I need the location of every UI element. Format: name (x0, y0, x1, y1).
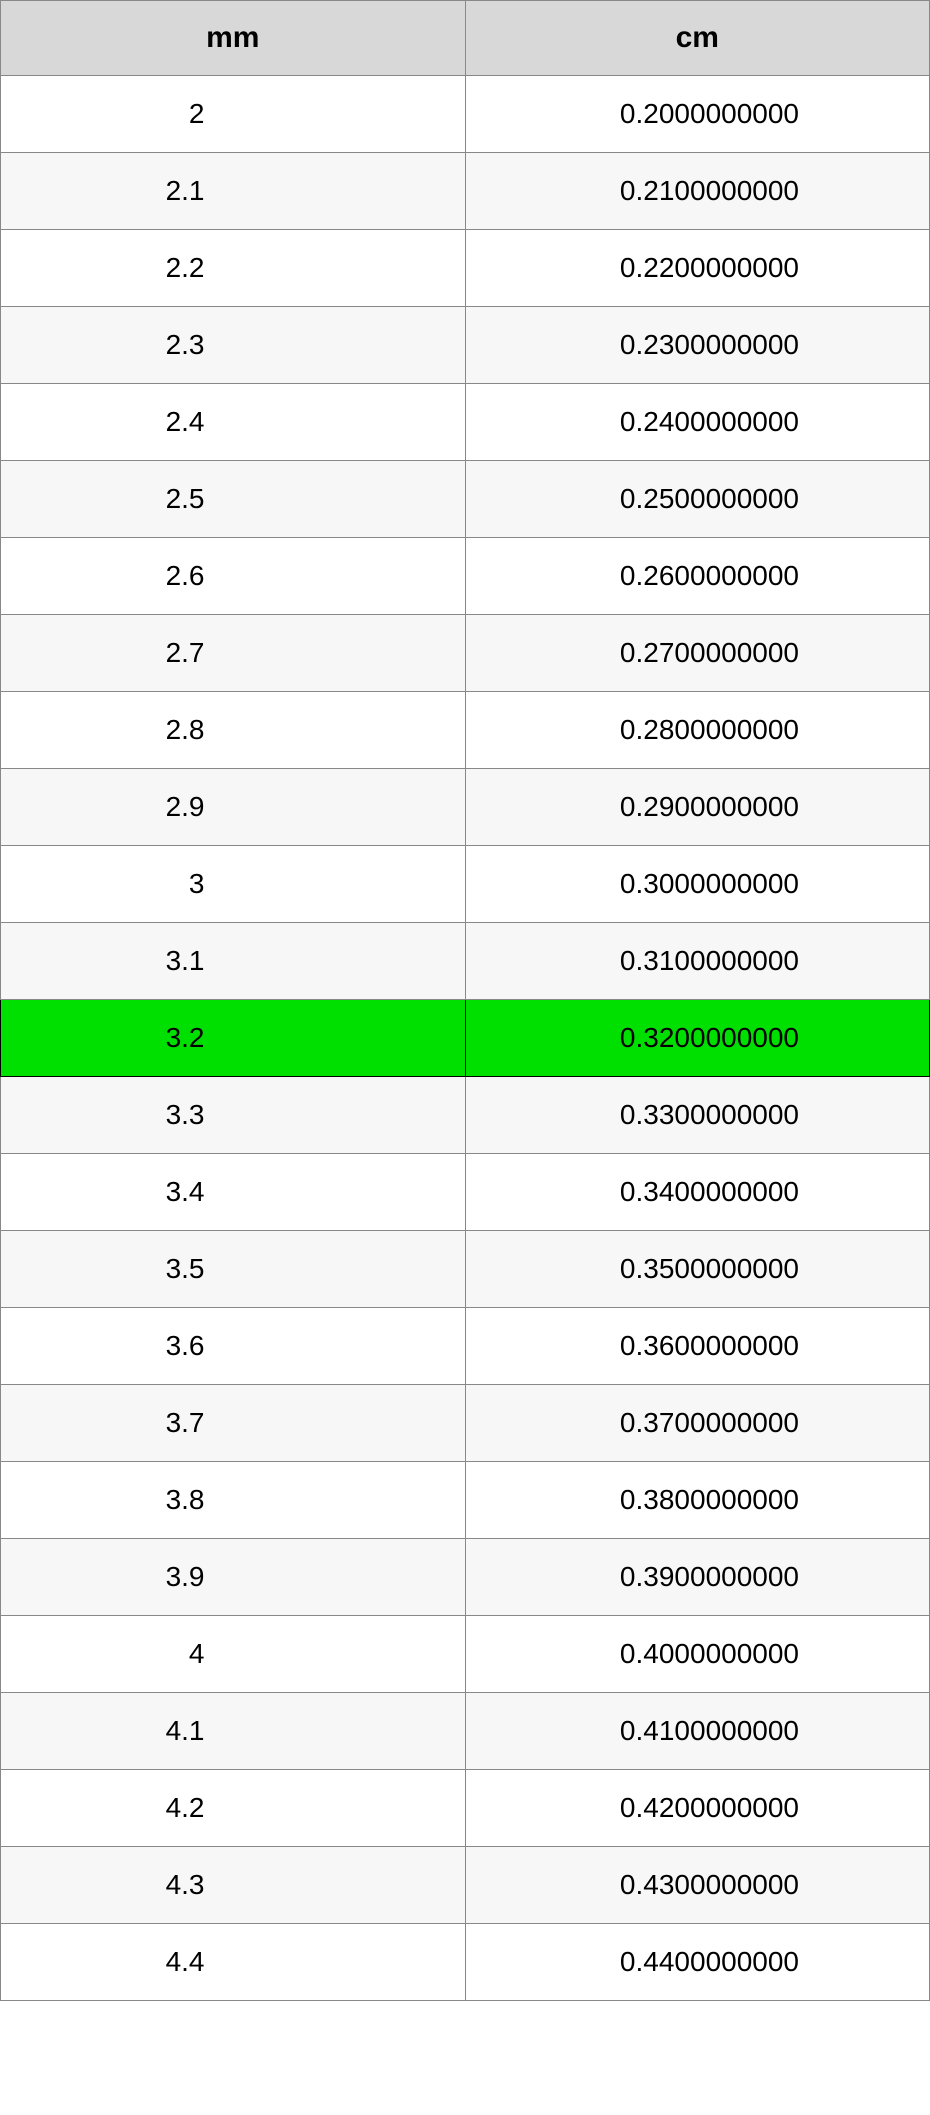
cell-mm: 3.5 (1, 1231, 466, 1308)
cell-mm: 3.7 (1, 1385, 466, 1462)
cell-mm: 3.4 (1, 1154, 466, 1231)
cell-mm: 4 (1, 1616, 466, 1693)
cell-cm: 0.2900000000 (465, 769, 930, 846)
cell-cm: 0.2100000000 (465, 153, 930, 230)
table-row: 2.70.2700000000 (1, 615, 930, 692)
cell-cm: 0.2500000000 (465, 461, 930, 538)
table-row: 3.30.3300000000 (1, 1077, 930, 1154)
cell-cm: 0.3800000000 (465, 1462, 930, 1539)
table-row: 2.50.2500000000 (1, 461, 930, 538)
table-row: 4.40.4400000000 (1, 1924, 930, 2001)
cell-mm: 2.3 (1, 307, 466, 384)
cell-mm: 2.6 (1, 538, 466, 615)
cell-cm: 0.4000000000 (465, 1616, 930, 1693)
cell-cm: 0.3600000000 (465, 1308, 930, 1385)
table-row: 2.10.2100000000 (1, 153, 930, 230)
cell-cm: 0.3200000000 (465, 1000, 930, 1077)
table-body: 20.20000000002.10.21000000002.20.2200000… (1, 76, 930, 2001)
table-row: 2.60.2600000000 (1, 538, 930, 615)
table-row: 4.10.4100000000 (1, 1693, 930, 1770)
table-row: 3.50.3500000000 (1, 1231, 930, 1308)
cell-cm: 0.2700000000 (465, 615, 930, 692)
cell-cm: 0.2400000000 (465, 384, 930, 461)
table-row: 3.90.3900000000 (1, 1539, 930, 1616)
cell-mm: 3.1 (1, 923, 466, 1000)
cell-cm: 0.3500000000 (465, 1231, 930, 1308)
table-row: 30.3000000000 (1, 846, 930, 923)
cell-cm: 0.3400000000 (465, 1154, 930, 1231)
cell-cm: 0.4400000000 (465, 1924, 930, 2001)
cell-mm: 4.3 (1, 1847, 466, 1924)
cell-mm: 2.4 (1, 384, 466, 461)
cell-mm: 4.1 (1, 1693, 466, 1770)
cell-cm: 0.4100000000 (465, 1693, 930, 1770)
header-cm: cm (465, 1, 930, 76)
table-row: 3.20.3200000000 (1, 1000, 930, 1077)
cell-cm: 0.3700000000 (465, 1385, 930, 1462)
cell-mm: 4.4 (1, 1924, 466, 2001)
table-row: 2.80.2800000000 (1, 692, 930, 769)
table-row: 4.30.4300000000 (1, 1847, 930, 1924)
cell-cm: 0.3100000000 (465, 923, 930, 1000)
cell-cm: 0.3900000000 (465, 1539, 930, 1616)
cell-mm: 2 (1, 76, 466, 153)
cell-cm: 0.2000000000 (465, 76, 930, 153)
cell-cm: 0.2200000000 (465, 230, 930, 307)
cell-mm: 3 (1, 846, 466, 923)
cell-mm: 2.7 (1, 615, 466, 692)
cell-mm: 2.1 (1, 153, 466, 230)
cell-mm: 2.2 (1, 230, 466, 307)
table-row: 20.2000000000 (1, 76, 930, 153)
cell-cm: 0.3000000000 (465, 846, 930, 923)
table-row: 2.40.2400000000 (1, 384, 930, 461)
cell-mm: 4.2 (1, 1770, 466, 1847)
table-row: 40.4000000000 (1, 1616, 930, 1693)
cell-mm: 2.5 (1, 461, 466, 538)
table-row: 2.30.2300000000 (1, 307, 930, 384)
table-header-row: mm cm (1, 1, 930, 76)
cell-cm: 0.4200000000 (465, 1770, 930, 1847)
table-row: 3.40.3400000000 (1, 1154, 930, 1231)
cell-mm: 3.6 (1, 1308, 466, 1385)
table-row: 3.10.3100000000 (1, 923, 930, 1000)
conversion-table: mm cm 20.20000000002.10.21000000002.20.2… (0, 0, 930, 2001)
cell-mm: 2.9 (1, 769, 466, 846)
cell-mm: 3.8 (1, 1462, 466, 1539)
cell-cm: 0.2300000000 (465, 307, 930, 384)
cell-mm: 3.3 (1, 1077, 466, 1154)
cell-cm: 0.4300000000 (465, 1847, 930, 1924)
table-row: 4.20.4200000000 (1, 1770, 930, 1847)
table-row: 3.80.3800000000 (1, 1462, 930, 1539)
cell-mm: 3.2 (1, 1000, 466, 1077)
table-row: 2.20.2200000000 (1, 230, 930, 307)
table-row: 3.60.3600000000 (1, 1308, 930, 1385)
cell-mm: 3.9 (1, 1539, 466, 1616)
table-row: 2.90.2900000000 (1, 769, 930, 846)
cell-mm: 2.8 (1, 692, 466, 769)
table-row: 3.70.3700000000 (1, 1385, 930, 1462)
cell-cm: 0.2800000000 (465, 692, 930, 769)
header-mm: mm (1, 1, 466, 76)
cell-cm: 0.2600000000 (465, 538, 930, 615)
cell-cm: 0.3300000000 (465, 1077, 930, 1154)
